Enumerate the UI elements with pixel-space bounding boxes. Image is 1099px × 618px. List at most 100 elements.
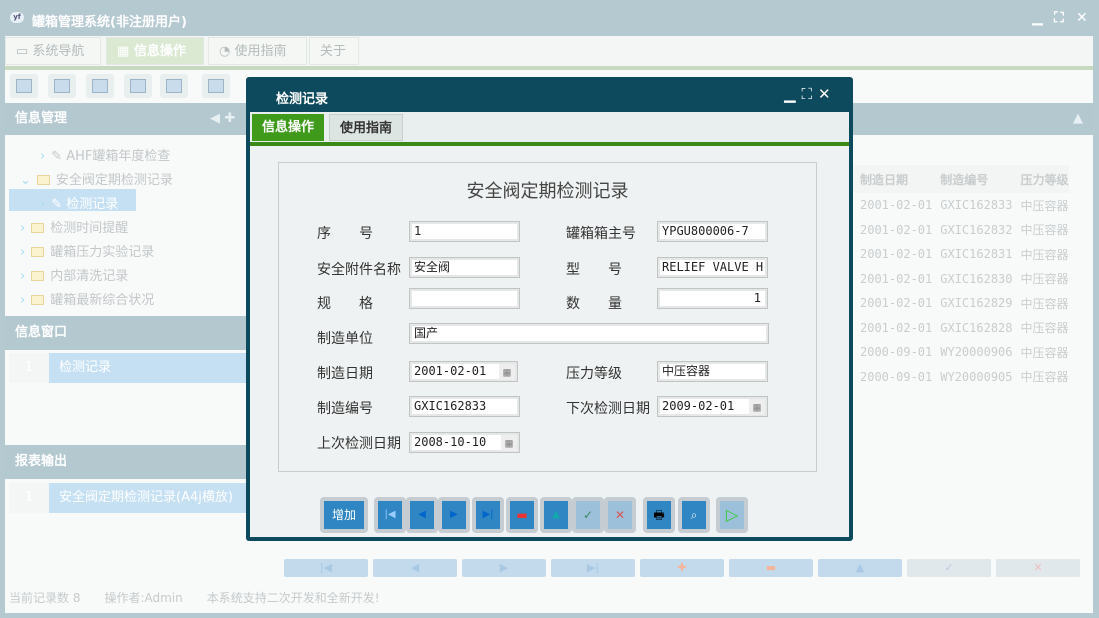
tab-info-ops[interactable]: ▦ 信息操作 bbox=[106, 37, 204, 65]
tree-label: 罐箱最新综合状况 bbox=[50, 293, 154, 308]
run-icon[interactable]: ▷ bbox=[716, 497, 748, 533]
label-model: 型 号 bbox=[566, 259, 622, 279]
app-logo: yf bbox=[10, 12, 24, 23]
grid-confirm-button[interactable]: ✓ bbox=[907, 559, 991, 577]
date-value: 2001-02-01 bbox=[414, 364, 486, 378]
window-list-item[interactable]: 1检测记录 bbox=[9, 353, 246, 383]
table-row[interactable]: 2001-02-01GXIC162828中压容器 bbox=[852, 316, 1069, 341]
item-label: 检测记录 bbox=[59, 353, 111, 383]
grid-add-button[interactable]: ✚ bbox=[640, 559, 724, 577]
tab-about[interactable]: 关于 bbox=[309, 37, 359, 65]
report-list-item[interactable]: 1安全阀定期检测记录(A4j横放) bbox=[9, 483, 246, 513]
label-last-date: 上次检测日期 bbox=[317, 433, 401, 453]
edit-button[interactable]: ▲ bbox=[540, 497, 572, 533]
tab-label: 使用指南 bbox=[234, 44, 286, 59]
label-pressure: 压力等级 bbox=[566, 363, 622, 383]
maker-input[interactable]: 国产 bbox=[409, 323, 769, 344]
grid-next-button[interactable]: ▶ bbox=[462, 559, 546, 577]
tree-label: 检测时间提醒 bbox=[50, 221, 128, 236]
make-no-input[interactable]: GXIC162833 bbox=[409, 396, 520, 417]
table-cell: GXIC162829 bbox=[932, 291, 1012, 316]
calendar-icon[interactable]: ▦ bbox=[499, 364, 515, 380]
delete-button[interactable]: ▬ bbox=[506, 497, 538, 533]
first-record-button[interactable]: |◀ bbox=[374, 497, 406, 533]
grid-cancel-button[interactable]: ✕ bbox=[996, 559, 1080, 577]
toolbar-search-button[interactable] bbox=[10, 74, 38, 98]
tree-item[interactable]: ⌄安全阀定期检测记录 bbox=[20, 169, 173, 188]
grid-delete-button[interactable]: ▬ bbox=[729, 559, 813, 577]
tree-item[interactable]: ›内部清洗记录 bbox=[20, 265, 128, 284]
toolbar-list-button[interactable] bbox=[48, 74, 76, 98]
print-preview-icon[interactable]: ⌕ bbox=[678, 497, 710, 533]
toolbar-window-button[interactable] bbox=[160, 74, 188, 98]
last-date-input[interactable]: 2008-10-10▦ bbox=[409, 432, 520, 453]
minimize-icon[interactable]: ▁ bbox=[1032, 10, 1043, 26]
col-header[interactable]: 制造编号 bbox=[932, 165, 1012, 193]
grid-edit-button[interactable]: ▲ bbox=[818, 559, 902, 577]
toolbar-doc-button[interactable] bbox=[86, 74, 114, 98]
tab-system-nav[interactable]: ▭ 系统导航 bbox=[5, 37, 101, 65]
table-row[interactable]: 2000-09-01WY20000905中压容器 bbox=[852, 365, 1069, 390]
table-cell: 中压容器 bbox=[1013, 193, 1069, 218]
next-record-button[interactable]: ▶ bbox=[438, 497, 470, 533]
prev-record-button[interactable]: ◀ bbox=[406, 497, 438, 533]
label-spec: 规 格 bbox=[317, 293, 373, 313]
tree-item[interactable]: ›罐箱压力实验记录 bbox=[20, 241, 154, 260]
toolbar-user-button[interactable] bbox=[124, 74, 152, 98]
table-row[interactable]: 2001-02-01GXIC162831中压容器 bbox=[852, 242, 1069, 267]
operator: 操作者:Admin bbox=[104, 591, 182, 605]
collapse-up-icon[interactable]: ▲ bbox=[1073, 103, 1083, 135]
calendar-icon[interactable]: ▦ bbox=[749, 399, 765, 415]
grid-prev-button[interactable]: ◀ bbox=[373, 559, 457, 577]
save-button[interactable]: ✓ bbox=[572, 497, 604, 533]
tree-item[interactable]: ›罐箱最新综合状况 bbox=[20, 289, 154, 308]
grid-last-button[interactable]: ▶| bbox=[551, 559, 635, 577]
print-icon[interactable]: 🖶 bbox=[643, 497, 675, 533]
tree-label: 罐箱压力实验记录 bbox=[50, 245, 154, 260]
add-button[interactable]: 增加 bbox=[320, 497, 368, 533]
next-date-input[interactable]: 2009-02-01 ▦ bbox=[657, 396, 768, 417]
status-note: 本系统支持二次开发和全新开发! bbox=[207, 591, 380, 605]
folder-icon bbox=[37, 175, 50, 185]
add-label: 增加 bbox=[324, 501, 364, 529]
calendar-icon[interactable]: ▦ bbox=[501, 435, 517, 451]
tree-label: AHF罐箱年度检查 bbox=[66, 149, 170, 164]
date-value: 2009-02-01 bbox=[662, 399, 734, 413]
pressure-input[interactable]: 中压容器 bbox=[657, 361, 768, 382]
close-icon[interactable]: ✕ bbox=[1076, 10, 1088, 26]
dialog-tab-info-ops[interactable]: 信息操作 bbox=[252, 114, 324, 141]
tree-item[interactable]: ›✎ AHF罐箱年度检查 bbox=[40, 145, 170, 164]
model-input[interactable]: RELIEF VALVE H bbox=[657, 257, 768, 278]
col-header[interactable]: 制造日期 bbox=[852, 165, 932, 193]
table-row[interactable]: 2001-02-01GXIC162832中压容器 bbox=[852, 218, 1069, 243]
tree-label: 安全阀定期检测记录 bbox=[56, 173, 173, 188]
seq-input[interactable]: 1 bbox=[409, 221, 520, 242]
spec-input[interactable] bbox=[409, 288, 520, 309]
grid-first-button[interactable]: |◀ bbox=[284, 559, 368, 577]
label-make-no: 制造编号 bbox=[317, 398, 373, 418]
dialog-tab-guide[interactable]: 使用指南 bbox=[329, 114, 403, 141]
collapse-icon[interactable]: ◀ ✚ bbox=[210, 103, 235, 135]
maximize-icon[interactable]: ⛶ bbox=[1054, 10, 1064, 26]
tree-item[interactable]: ›检测时间提醒 bbox=[20, 217, 128, 236]
last-record-button[interactable]: ▶| bbox=[472, 497, 504, 533]
cancel-button[interactable]: ✕ bbox=[604, 497, 636, 533]
part-name-input[interactable]: 安全阀 bbox=[409, 257, 520, 278]
tab-guide[interactable]: ◔ 使用指南 bbox=[208, 37, 307, 65]
tree-item-selected[interactable]: ›✎ 检测记录 bbox=[9, 189, 136, 211]
dialog-window-controls[interactable]: ▁⛶✕ bbox=[784, 85, 837, 103]
owner-no-input[interactable]: YPGU800006-7 bbox=[657, 221, 768, 242]
item-label: 安全阀定期检测记录(A4j横放) bbox=[59, 483, 233, 513]
col-header[interactable]: 压力等级 bbox=[1013, 165, 1069, 193]
table-cell: 中压容器 bbox=[1013, 340, 1069, 365]
make-date-input[interactable]: 2001-02-01 ▦ bbox=[409, 361, 518, 382]
records-grid: 制造日期制造编号压力等级 2001-02-01GXIC162833中压容器200… bbox=[852, 165, 1069, 389]
label-owner-no: 罐箱箱主号 bbox=[566, 223, 636, 243]
table-row[interactable]: 2001-02-01GXIC162830中压容器 bbox=[852, 267, 1069, 292]
table-row[interactable]: 2001-02-01GXIC162833中压容器 bbox=[852, 193, 1069, 218]
qty-input[interactable]: 1 bbox=[657, 288, 768, 309]
table-cell: 中压容器 bbox=[1013, 365, 1069, 390]
table-row[interactable]: 2000-09-01WY20000906中压容器 bbox=[852, 340, 1069, 365]
toolbar-add-button[interactable] bbox=[202, 74, 230, 98]
table-row[interactable]: 2001-02-01GXIC162829中压容器 bbox=[852, 291, 1069, 316]
